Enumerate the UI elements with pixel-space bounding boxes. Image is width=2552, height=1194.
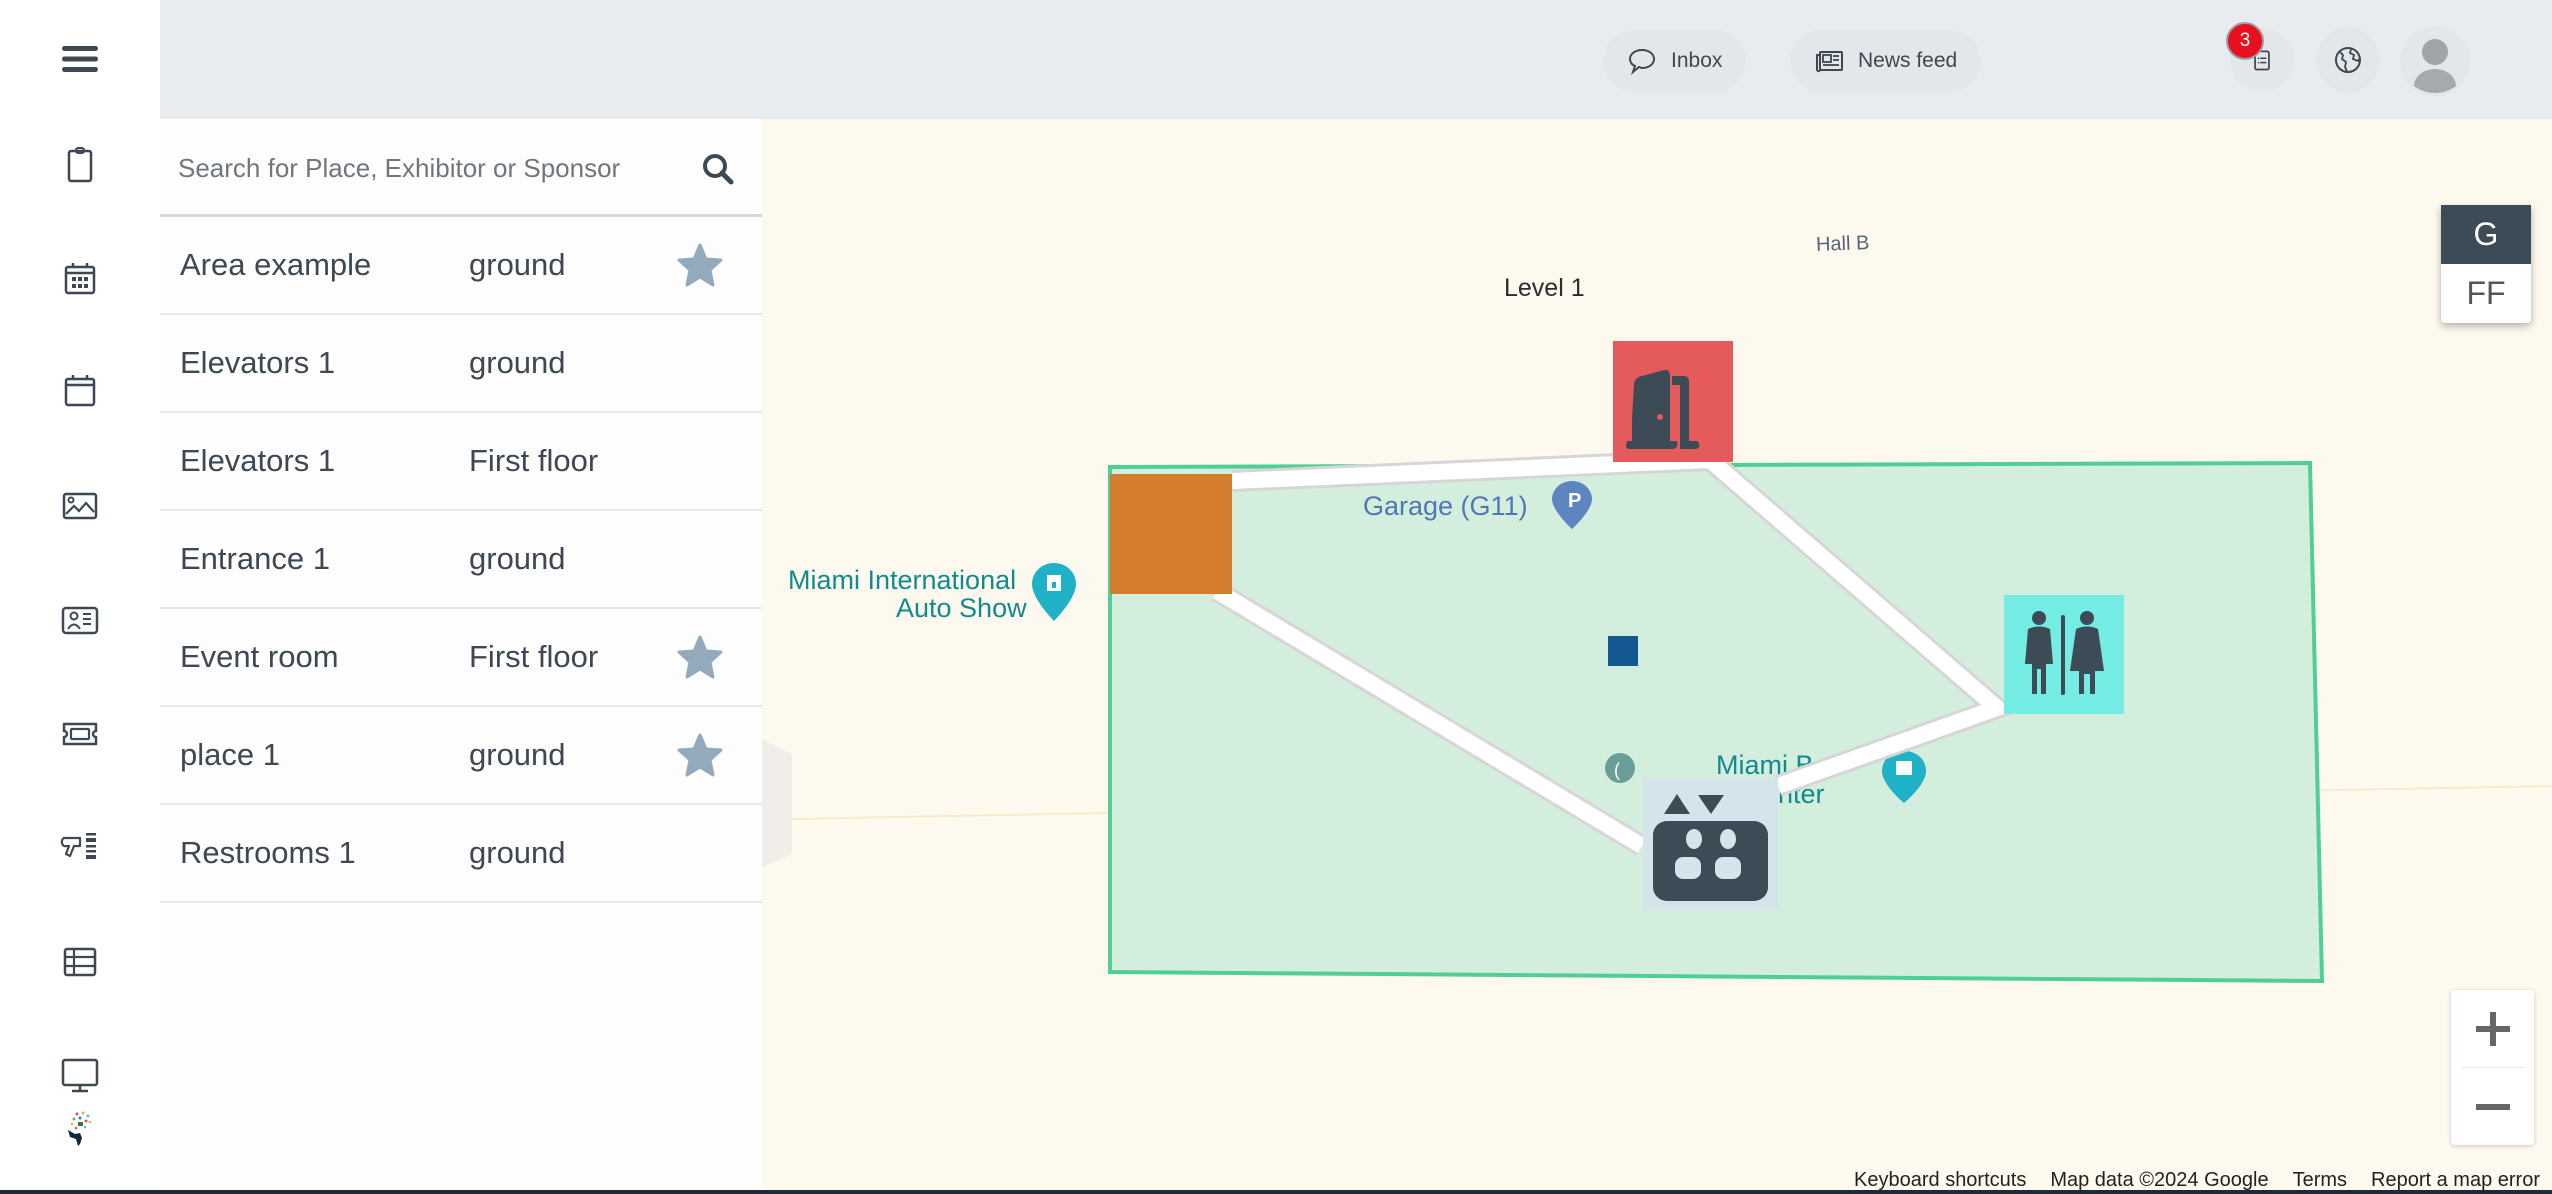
star-icon[interactable] — [675, 633, 725, 683]
place-row[interactable]: Entrance 1 ground — [160, 511, 762, 609]
place-row[interactable]: Event room First floor — [160, 609, 762, 707]
language-button[interactable] — [2316, 28, 2380, 92]
map-view[interactable]: P Garage (G11) ^ Miami Be enter (Miami … — [762, 119, 2552, 1194]
calendar-grid-icon — [64, 263, 96, 295]
search-bar — [160, 119, 762, 217]
sidebar-item-tickets[interactable] — [56, 710, 104, 758]
area-marker[interactable] — [1110, 474, 1232, 594]
sidebar-item-calendar[interactable] — [56, 367, 104, 415]
place-floor: ground — [469, 247, 566, 282]
location-point[interactable] — [1608, 636, 1638, 666]
level-button-g[interactable]: G — [2441, 205, 2531, 264]
monitor-icon — [61, 1058, 99, 1093]
sidebar-item-scanner[interactable] — [56, 824, 104, 872]
inbox-label: Inbox — [1671, 49, 1723, 72]
sidebar-item-schedule[interactable] — [56, 255, 104, 303]
map-pin-auto-show[interactable] — [1032, 563, 1076, 621]
contact-card-icon — [61, 606, 99, 635]
menu-button[interactable] — [56, 35, 104, 83]
place-floor: ground — [469, 835, 566, 870]
report-error-link[interactable]: Report a map error — [2371, 1169, 2540, 1192]
table-icon — [63, 947, 97, 977]
star-icon[interactable] — [675, 731, 725, 781]
clipboard-icon — [67, 147, 93, 183]
sidebar-item-agenda[interactable] — [56, 141, 104, 189]
terms-link[interactable]: Terms — [2293, 1169, 2347, 1192]
brand-logo-icon — [68, 1111, 92, 1146]
search-input[interactable] — [178, 143, 678, 193]
map-label-garage: Garage (G11) — [1363, 491, 1528, 521]
ticket-icon — [62, 722, 98, 746]
panel-collapse-handle[interactable] — [762, 739, 792, 867]
place-row[interactable]: Area example ground — [160, 217, 762, 315]
notification-badge[interactable]: 3 — [2226, 22, 2264, 60]
place-name: Area example — [180, 247, 372, 282]
place-row[interactable]: Elevators 1 First floor — [160, 413, 762, 511]
place-floor: First floor — [469, 443, 599, 478]
news-feed-label: News feed — [1858, 49, 1958, 72]
hamburger-menu-icon — [62, 46, 98, 72]
keyboard-shortcuts-link[interactable]: Keyboard shortcuts — [1854, 1169, 2026, 1192]
minus-icon — [2475, 1103, 2510, 1110]
barcode-scanner-icon — [60, 833, 96, 859]
map-label-hall: Hall B — [1815, 232, 1870, 256]
avatar-placeholder-icon — [2414, 39, 2456, 94]
user-avatar[interactable] — [2400, 26, 2470, 96]
place-floor: First floor — [469, 639, 599, 674]
place-name: Entrance 1 — [180, 541, 330, 576]
map-label-auto-show-2: Auto Show — [896, 593, 1027, 623]
zoom-out-button[interactable] — [2451, 1068, 2534, 1145]
parking-icon: P — [1568, 490, 1581, 512]
sidebar-item-contacts[interactable] — [56, 596, 104, 644]
map-label-level: Level 1 — [1504, 274, 1585, 302]
sidebar-item-gallery[interactable] — [56, 482, 104, 530]
door-icon — [1632, 369, 1670, 441]
place-row[interactable]: place 1 ground — [160, 707, 762, 805]
calendar-icon — [64, 375, 96, 407]
zoom-control — [2451, 990, 2534, 1145]
star-icon[interactable] — [675, 241, 725, 291]
chat-bubble-icon — [1628, 48, 1656, 76]
place-name: Elevators 1 — [180, 345, 336, 380]
inbox-button[interactable]: Inbox — [1603, 30, 1747, 92]
zoom-in-button[interactable] — [2451, 990, 2534, 1067]
map-label-auto-show-1: Miami International — [788, 565, 1017, 595]
sidebar-item-table[interactable] — [56, 938, 104, 986]
brand-logo[interactable] — [56, 1104, 104, 1152]
place-row[interactable]: Elevators 1 ground — [160, 315, 762, 413]
place-name: Restrooms 1 — [180, 835, 356, 870]
place-floor: ground — [469, 737, 566, 772]
map-data-text: Map data ©2024 Google — [2050, 1168, 2269, 1191]
top-header: Inbox News feed 3 — [160, 0, 2552, 119]
map-pin-phone[interactable]: ( — [1605, 753, 1635, 783]
map-canvas[interactable]: P Garage (G11) ^ Miami Be enter ( — [762, 119, 2552, 1194]
phone-icon: ( — [1614, 760, 1620, 780]
places-panel: Area examplegroundElevators 1groundEleva… — [160, 119, 762, 1194]
place-row[interactable]: Restrooms 1 ground — [160, 805, 762, 903]
place-name: Event room — [180, 639, 339, 674]
entrance-marker[interactable] — [1613, 341, 1733, 462]
level-button-ff[interactable]: FF — [2441, 264, 2531, 323]
newspaper-icon — [1815, 51, 1843, 73]
place-floor: ground — [469, 541, 566, 576]
left-sidebar — [0, 0, 160, 1194]
search-icon[interactable] — [698, 149, 738, 189]
plus-icon — [2475, 1011, 2510, 1046]
news-feed-button[interactable]: News feed — [1790, 30, 1982, 92]
window-bottom-edge — [0, 1190, 2552, 1194]
sidebar-item-display[interactable] — [56, 1051, 104, 1099]
place-name: place 1 — [180, 737, 280, 772]
elevator-marker[interactable] — [1643, 778, 1778, 910]
level-selector: G FF — [2441, 205, 2531, 323]
globe-icon — [2335, 47, 2361, 73]
image-icon — [62, 492, 98, 520]
restroom-marker[interactable] — [2004, 595, 2124, 714]
place-floor: ground — [469, 345, 566, 380]
place-name: Elevators 1 — [180, 443, 336, 478]
